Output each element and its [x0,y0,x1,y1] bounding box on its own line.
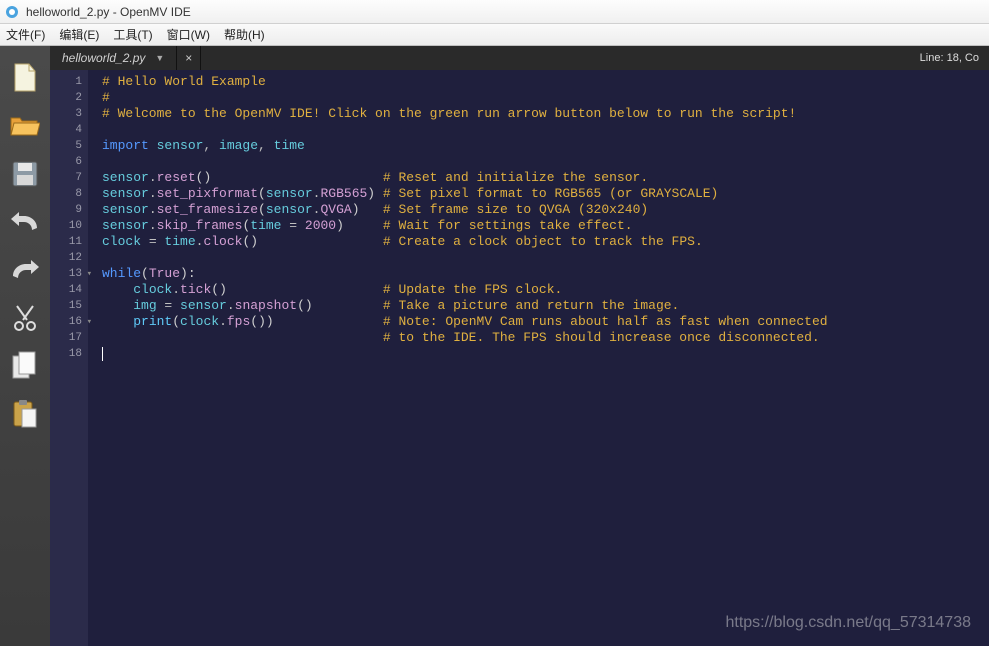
code-line[interactable]: sensor.set_framesize(sensor.QVGA) # Set … [102,202,989,218]
editor-area: helloworld_2.py ▼ × Line: 18, Co 1234567… [50,46,989,646]
line-number: 14 [50,282,82,298]
paste-button[interactable] [7,396,43,432]
code-line[interactable]: while(True): [102,266,989,282]
code-line[interactable]: # Welcome to the OpenMV IDE! Click on th… [102,106,989,122]
line-number: 5 [50,138,82,154]
cut-button[interactable] [7,300,43,336]
code-content[interactable]: # Hello World Example## Welcome to the O… [88,70,989,646]
menu-window[interactable]: 窗口(W) [167,26,210,43]
code-line[interactable]: # Hello World Example [102,74,989,90]
redo-button[interactable] [7,252,43,288]
close-icon: × [185,51,192,65]
code-line[interactable] [102,154,989,170]
line-number: 7 [50,170,82,186]
line-number: 4 [50,122,82,138]
tab-dropdown-icon[interactable]: ▼ [155,53,164,63]
line-number: 11 [50,234,82,250]
line-number: 1 [50,74,82,90]
line-number: 3 [50,106,82,122]
window-title: helloworld_2.py - OpenMV IDE [26,5,191,19]
workspace: helloworld_2.py ▼ × Line: 18, Co 1234567… [0,46,989,646]
code-line[interactable] [102,346,989,362]
undo-button[interactable] [7,204,43,240]
scissors-icon [13,304,37,332]
code-line[interactable]: sensor.set_pixformat(sensor.RGB565) # Se… [102,186,989,202]
code-line[interactable]: # [102,90,989,106]
save-icon [12,161,38,187]
line-number: 12 [50,250,82,266]
new-file-icon [12,63,38,93]
menu-help[interactable]: 帮助(H) [224,26,265,43]
code-line[interactable]: img = sensor.snapshot() # Take a picture… [102,298,989,314]
line-number: 2 [50,90,82,106]
code-line[interactable]: clock = time.clock() # Create a clock ob… [102,234,989,250]
line-number: 17 [50,330,82,346]
menu-bar: 文件(F) 编辑(E) 工具(T) 窗口(W) 帮助(H) [0,24,989,46]
line-number: 18 [50,346,82,362]
left-toolbar [0,46,50,646]
tab-active[interactable]: helloworld_2.py ▼ [50,46,177,70]
line-number: 15 [50,298,82,314]
code-line[interactable] [102,122,989,138]
line-number: 10 [50,218,82,234]
line-number-gutter: 12345678910111213▾141516▾1718 [50,70,88,646]
code-line[interactable]: clock.tick() # Update the FPS clock. [102,282,989,298]
menu-file[interactable]: 文件(F) [6,26,45,43]
line-number: 6 [50,154,82,170]
code-editor[interactable]: 12345678910111213▾141516▾1718 # Hello Wo… [50,70,989,646]
open-folder-icon [10,114,40,138]
tab-bar: helloworld_2.py ▼ × Line: 18, Co [50,46,989,70]
new-file-button[interactable] [7,60,43,96]
status-line-col: Line: 18, Co [910,46,989,70]
title-bar: helloworld_2.py - OpenMV IDE [0,0,989,24]
copy-button[interactable] [7,348,43,384]
redo-icon [11,260,39,280]
code-line[interactable]: print(clock.fps()) # Note: OpenMV Cam ru… [102,314,989,330]
copy-icon [12,351,38,381]
line-number: 9 [50,202,82,218]
line-number: 13▾ [50,266,82,282]
code-line[interactable]: # to the IDE. The FPS should increase on… [102,330,989,346]
line-number: 8 [50,186,82,202]
save-button[interactable] [7,156,43,192]
text-cursor [102,347,103,361]
tab-close-button[interactable]: × [177,46,201,70]
code-line[interactable]: sensor.skip_frames(time = 2000) # Wait f… [102,218,989,234]
menu-edit[interactable]: 编辑(E) [59,26,99,43]
code-line[interactable]: sensor.reset() # Reset and initialize th… [102,170,989,186]
paste-icon [12,399,38,429]
open-file-button[interactable] [7,108,43,144]
tab-filename: helloworld_2.py [62,51,145,65]
undo-icon [11,212,39,232]
app-icon [4,4,20,20]
code-line[interactable]: import sensor, image, time [102,138,989,154]
menu-tools[interactable]: 工具(T) [113,26,152,43]
code-line[interactable] [102,250,989,266]
line-number: 16▾ [50,314,82,330]
